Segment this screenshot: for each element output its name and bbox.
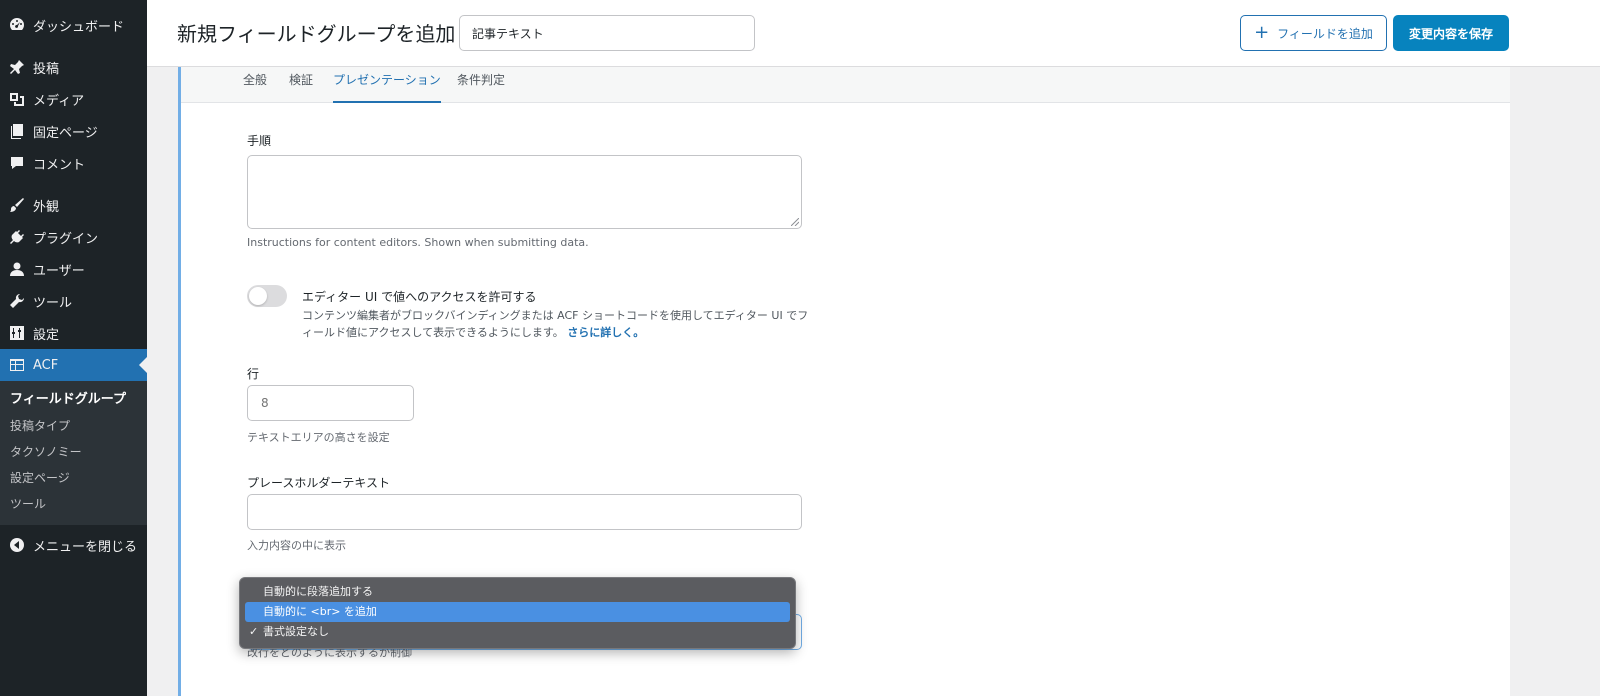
acf-submenu: フィールドグループ 投稿タイプ タクソノミー 設定ページ ツール: [0, 381, 147, 525]
submenu-item-taxonomies[interactable]: タクソノミー: [0, 439, 147, 465]
sidebar-item-label: ユーザー: [33, 263, 85, 279]
page-title: 新規フィールドグループを追加: [177, 22, 456, 46]
instructions-label: 手順: [247, 134, 272, 148]
save-changes-button[interactable]: 変更内容を保存: [1393, 15, 1509, 51]
sidebar-item-users[interactable]: ユーザー: [0, 253, 147, 285]
collapse-menu-button[interactable]: メニューを閉じる: [0, 529, 147, 561]
rows-label: 行: [247, 367, 260, 381]
toggle-title: エディター UI で値へのアクセスを許可する: [302, 290, 537, 304]
submenu-item-field-groups[interactable]: フィールドグループ: [0, 387, 147, 413]
option-label: 自動的に段落追加する: [263, 585, 373, 598]
sidebar-item-label: コメント: [33, 157, 86, 173]
acf-icon: [8, 357, 25, 374]
sidebar-item-plugins[interactable]: プラグイン: [0, 221, 147, 253]
sidebar-item-label: 投稿: [33, 61, 60, 77]
toggle-knob: [249, 287, 267, 305]
collapse-arrow-icon: [8, 537, 25, 554]
sidebar-item-posts[interactable]: 投稿: [0, 51, 147, 83]
right-gutter: [1510, 67, 1600, 696]
add-field-label: フィールドを追加: [1277, 26, 1373, 41]
rows-input[interactable]: [247, 385, 414, 421]
instructions-textarea[interactable]: [247, 155, 802, 229]
toggle-description: コンテンツ編集者がブロックバインディングまたは ACF ショートコードを使用して…: [302, 307, 814, 341]
sidebar-item-label: 固定ページ: [33, 125, 98, 141]
sidebar-item-label: ツール: [33, 295, 73, 311]
sidebar-item-label: ダッシュボード: [33, 19, 125, 35]
brush-icon: [8, 197, 25, 214]
field-group-title-input[interactable]: [459, 15, 755, 51]
sidebar-item-label: ACF: [33, 357, 59, 373]
settings-icon: [8, 325, 25, 342]
option-label: 自動的に <br> を追加: [263, 605, 377, 618]
sidebar-item-acf[interactable]: ACF: [0, 349, 147, 381]
toggle-description-text: コンテンツ編集者がブロックバインディングまたは ACF ショートコードを使用して…: [302, 309, 809, 339]
sidebar-item-pages[interactable]: 固定ページ: [0, 115, 147, 147]
sidebar-item-tools[interactable]: ツール: [0, 285, 147, 317]
sidebar-item-label: プラグイン: [33, 231, 99, 247]
submenu-item-options-pages[interactable]: 設定ページ: [0, 465, 147, 491]
learn-more-link[interactable]: さらに詳しく。: [567, 326, 644, 339]
tab-presentation[interactable]: プレゼンテーション: [333, 67, 441, 103]
submenu-item-tools[interactable]: ツール: [0, 491, 147, 517]
pin-icon: [8, 59, 25, 76]
sidebar-item-comments[interactable]: コメント: [0, 147, 147, 179]
placeholder-text-label: プレースホルダーテキスト: [247, 476, 391, 490]
resize-handle-icon[interactable]: [791, 218, 799, 226]
placeholder-text-input[interactable]: [247, 494, 802, 530]
checkmark-icon: ✓: [249, 625, 259, 638]
settings-tabs: 全般 検証 プレゼンテーション 条件判定: [181, 67, 1510, 103]
pages-icon: [8, 123, 25, 140]
dropdown-option-selected[interactable]: ✓ 書式設定なし: [245, 622, 790, 642]
rows-hint: テキストエリアの高さを設定: [247, 431, 390, 444]
plus-icon: +: [1254, 22, 1270, 43]
submenu-item-post-types[interactable]: 投稿タイプ: [0, 413, 147, 439]
placeholder-hint: 入力内容の中に表示: [247, 539, 346, 552]
user-icon: [8, 261, 25, 278]
add-field-button[interactable]: + フィールドを追加: [1240, 15, 1387, 51]
sidebar-item-appearance[interactable]: 外観: [0, 189, 147, 221]
page-header: 新規フィールドグループを追加 + フィールドを追加 変更内容を保存: [147, 0, 1600, 67]
sidebar-item-label: 設定: [33, 327, 60, 343]
plugin-icon: [8, 229, 25, 246]
new-lines-dropdown: 自動的に段落追加する 自動的に <br> を追加 ✓ 書式設定なし: [239, 577, 796, 649]
instructions-hint: Instructions for content editors. Shown …: [247, 236, 589, 249]
collapse-menu-label: メニューを閉じる: [33, 539, 138, 555]
admin-sidebar: ダッシュボード 投稿 メディア 固定ページ コメント 外観 プラグイン ユーザー…: [0, 0, 147, 696]
dropdown-option[interactable]: 自動的に段落追加する: [245, 582, 790, 602]
tab-general[interactable]: 全般: [243, 67, 267, 103]
sidebar-item-label: 外観: [33, 199, 60, 215]
tab-conditional-logic[interactable]: 条件判定: [457, 67, 505, 103]
editor-ui-access-toggle[interactable]: [247, 285, 287, 307]
media-icon: [8, 91, 25, 108]
tab-validation[interactable]: 検証: [289, 67, 313, 103]
sidebar-item-dashboard[interactable]: ダッシュボード: [0, 9, 147, 41]
sidebar-item-settings[interactable]: 設定: [0, 317, 147, 349]
sidebar-item-label: メディア: [33, 93, 85, 109]
wrench-icon: [8, 293, 25, 310]
option-label: 書式設定なし: [263, 625, 329, 638]
comment-icon: [8, 155, 25, 172]
sidebar-item-media[interactable]: メディア: [0, 83, 147, 115]
dropdown-option-highlighted[interactable]: 自動的に <br> を追加: [245, 602, 790, 622]
dashboard-icon: [8, 17, 25, 34]
